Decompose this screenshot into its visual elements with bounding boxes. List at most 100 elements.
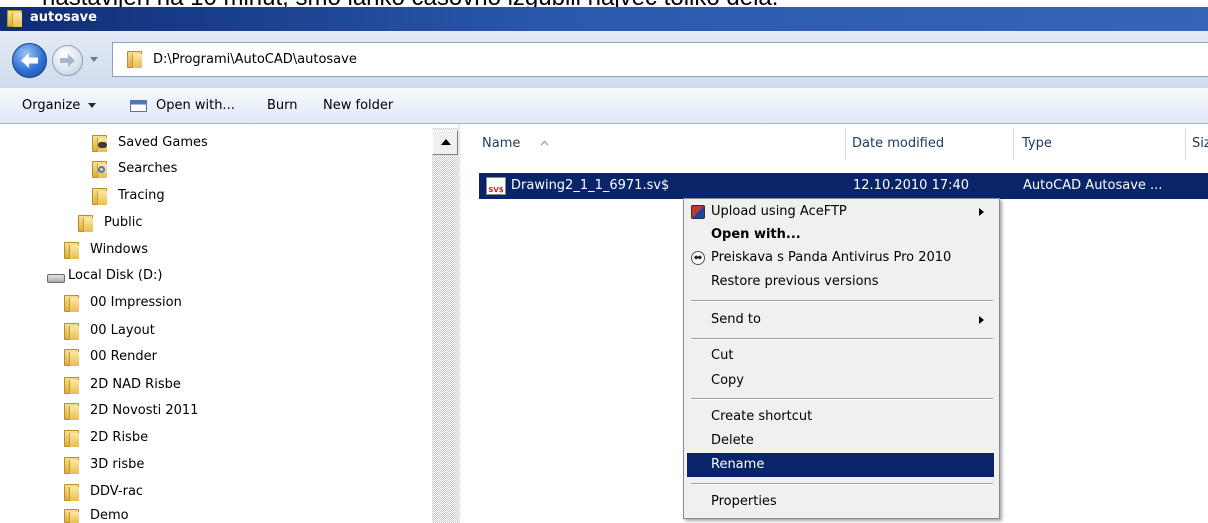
folder-icon bbox=[64, 294, 79, 312]
menu-item-open-with[interactable]: Open with... bbox=[687, 223, 994, 247]
nav-item-label: DDV-rac bbox=[90, 484, 144, 499]
nav-item-tracing[interactable]: Tracing bbox=[92, 184, 165, 208]
organize-button[interactable]: Organize bbox=[22, 88, 97, 123]
nav-item-label: 2D NAD Risbe bbox=[90, 377, 181, 392]
nav-item-3d-risbe[interactable]: 3D risbe bbox=[64, 453, 144, 477]
nav-item-label: Windows bbox=[90, 242, 149, 257]
nav-item-2d-nad-risbe[interactable]: 2D NAD Risbe bbox=[64, 373, 181, 397]
folder-icon bbox=[78, 214, 93, 232]
menu-item-create-shortcut[interactable]: Create shortcut bbox=[687, 405, 994, 429]
menu-separator bbox=[691, 338, 993, 340]
autosave-file-icon: SV$ bbox=[486, 177, 506, 195]
new-folder-label: New folder bbox=[323, 98, 394, 113]
nav-item-label: 00 Render bbox=[90, 349, 157, 364]
nav-item-2d-risbe[interactable]: 2D Risbe bbox=[64, 426, 148, 450]
nav-item-saved-games[interactable]: Saved Games bbox=[92, 131, 208, 155]
forward-arrow-icon bbox=[60, 54, 75, 67]
chevron-down-icon[interactable] bbox=[90, 57, 98, 62]
folder-icon bbox=[64, 241, 79, 259]
command-bar: Organize Open with... Burn New folder bbox=[0, 88, 1208, 124]
menu-item-label: Cut bbox=[711, 348, 734, 363]
file-icon-label: SV$ bbox=[488, 186, 504, 194]
menu-item-label: Open with... bbox=[711, 227, 801, 242]
nav-item-label: 3D risbe bbox=[90, 457, 145, 472]
navigation-pane: Saved Games Searches Tracing Public Wind… bbox=[0, 124, 432, 523]
menu-item-label: Preiskava s Panda Antivirus Pro 2010 bbox=[711, 250, 952, 265]
nav-item-label: 00 Impression bbox=[90, 295, 182, 310]
sort-ascending-icon bbox=[540, 140, 549, 146]
folder-icon bbox=[127, 51, 142, 68]
folder-icon bbox=[64, 456, 79, 474]
file-date-modified: 12.10.2010 17:40 bbox=[853, 178, 970, 193]
file-type: AutoCAD Autosave ... bbox=[1023, 178, 1163, 193]
window-icon bbox=[130, 99, 147, 112]
nav-item-ddv-rac[interactable]: DDV-rac bbox=[64, 480, 143, 504]
file-row[interactable]: SV$ Drawing2_1_1_6971.sv$ 12.10.2010 17:… bbox=[479, 173, 1208, 199]
address-bar[interactable]: D:\Programi\AutoCAD\autosave bbox=[112, 42, 1208, 77]
menu-separator bbox=[691, 483, 993, 485]
nav-item-demo[interactable]: Demo bbox=[64, 509, 129, 523]
new-folder-button[interactable]: New folder bbox=[323, 88, 393, 123]
column-separator[interactable] bbox=[1013, 128, 1014, 160]
back-button[interactable] bbox=[12, 43, 47, 78]
column-header-name[interactable]: Name bbox=[482, 128, 520, 160]
searches-folder-icon bbox=[92, 160, 107, 178]
menu-item-upload-using-aceftp[interactable]: Upload using AceFTP bbox=[687, 200, 994, 224]
menu-item-label: Properties bbox=[711, 494, 777, 509]
context-menu: Upload using AceFTP Open with... Preiska… bbox=[683, 198, 1000, 519]
nav-item-label: 00 Layout bbox=[90, 323, 155, 338]
folder-icon bbox=[7, 10, 22, 27]
burn-label: Burn bbox=[267, 98, 298, 113]
folder-icon bbox=[64, 376, 79, 394]
gamepad-icon bbox=[98, 141, 107, 148]
drive-icon bbox=[47, 273, 65, 283]
menu-item-cut[interactable]: Cut bbox=[687, 344, 994, 368]
magnifier-icon bbox=[98, 165, 105, 173]
column-header-type[interactable]: Type bbox=[1022, 128, 1052, 160]
menu-item-label: Restore previous versions bbox=[711, 274, 879, 289]
menu-item-copy[interactable]: Copy bbox=[687, 369, 994, 393]
arrow-up-icon bbox=[441, 139, 451, 145]
address-row: D:\Programi\AutoCAD\autosave bbox=[0, 31, 1208, 88]
menu-item-properties[interactable]: Properties bbox=[687, 490, 994, 514]
nav-item-local-disk-d[interactable]: Local Disk (D:) bbox=[47, 264, 162, 288]
nav-item-00-impression[interactable]: 00 Impression bbox=[64, 291, 182, 315]
column-header-size[interactable]: Siz bbox=[1192, 128, 1208, 160]
menu-item-label: Delete bbox=[711, 433, 754, 448]
folder-icon bbox=[64, 483, 79, 501]
column-separator[interactable] bbox=[845, 128, 846, 160]
column-header-date-modified[interactable]: Date modified bbox=[852, 128, 944, 160]
nav-item-searches[interactable]: Searches bbox=[92, 157, 177, 181]
address-path: D:\Programi\AutoCAD\autosave bbox=[153, 52, 357, 67]
menu-item-label: Copy bbox=[711, 373, 744, 388]
menu-item-rename[interactable]: Rename bbox=[687, 453, 994, 477]
menu-separator bbox=[691, 300, 993, 302]
folder-icon bbox=[64, 322, 79, 340]
nav-scrollbar[interactable] bbox=[432, 128, 458, 523]
organize-label: Organize bbox=[22, 98, 81, 113]
saved-games-folder-icon bbox=[92, 134, 107, 152]
menu-item-delete[interactable]: Delete bbox=[687, 429, 994, 453]
open-with-button[interactable]: Open with... bbox=[130, 88, 235, 123]
nav-item-2d-novosti-2011[interactable]: 2D Novosti 2011 bbox=[64, 399, 198, 423]
file-name: Drawing2_1_1_6971.sv$ bbox=[511, 178, 670, 193]
nav-item-00-render[interactable]: 00 Render bbox=[64, 345, 157, 369]
nav-item-00-layout[interactable]: 00 Layout bbox=[64, 319, 155, 343]
nav-item-windows[interactable]: Windows bbox=[64, 238, 148, 262]
column-separator[interactable] bbox=[1185, 128, 1186, 160]
nav-item-label: Public bbox=[104, 215, 143, 230]
open-with-label: Open with... bbox=[156, 98, 235, 113]
dropdown-arrow-icon bbox=[88, 103, 97, 108]
nav-item-public[interactable]: Public bbox=[78, 211, 142, 235]
nav-item-label: Demo bbox=[90, 509, 129, 523]
forward-button[interactable] bbox=[52, 45, 83, 76]
menu-item-restore-previous-versions[interactable]: Restore previous versions bbox=[687, 270, 994, 294]
scroll-up-button[interactable] bbox=[432, 130, 458, 155]
menu-item-send-to[interactable]: Send to bbox=[687, 308, 994, 332]
window-title: autosave bbox=[30, 10, 97, 25]
folder-icon bbox=[64, 429, 79, 447]
burn-button[interactable]: Burn bbox=[267, 88, 298, 123]
menu-item-panda-scan[interactable]: Preiskava s Panda Antivirus Pro 2010 bbox=[687, 246, 994, 270]
title-bar: autosave bbox=[0, 7, 1208, 31]
nav-item-label: 2D Risbe bbox=[90, 430, 149, 445]
